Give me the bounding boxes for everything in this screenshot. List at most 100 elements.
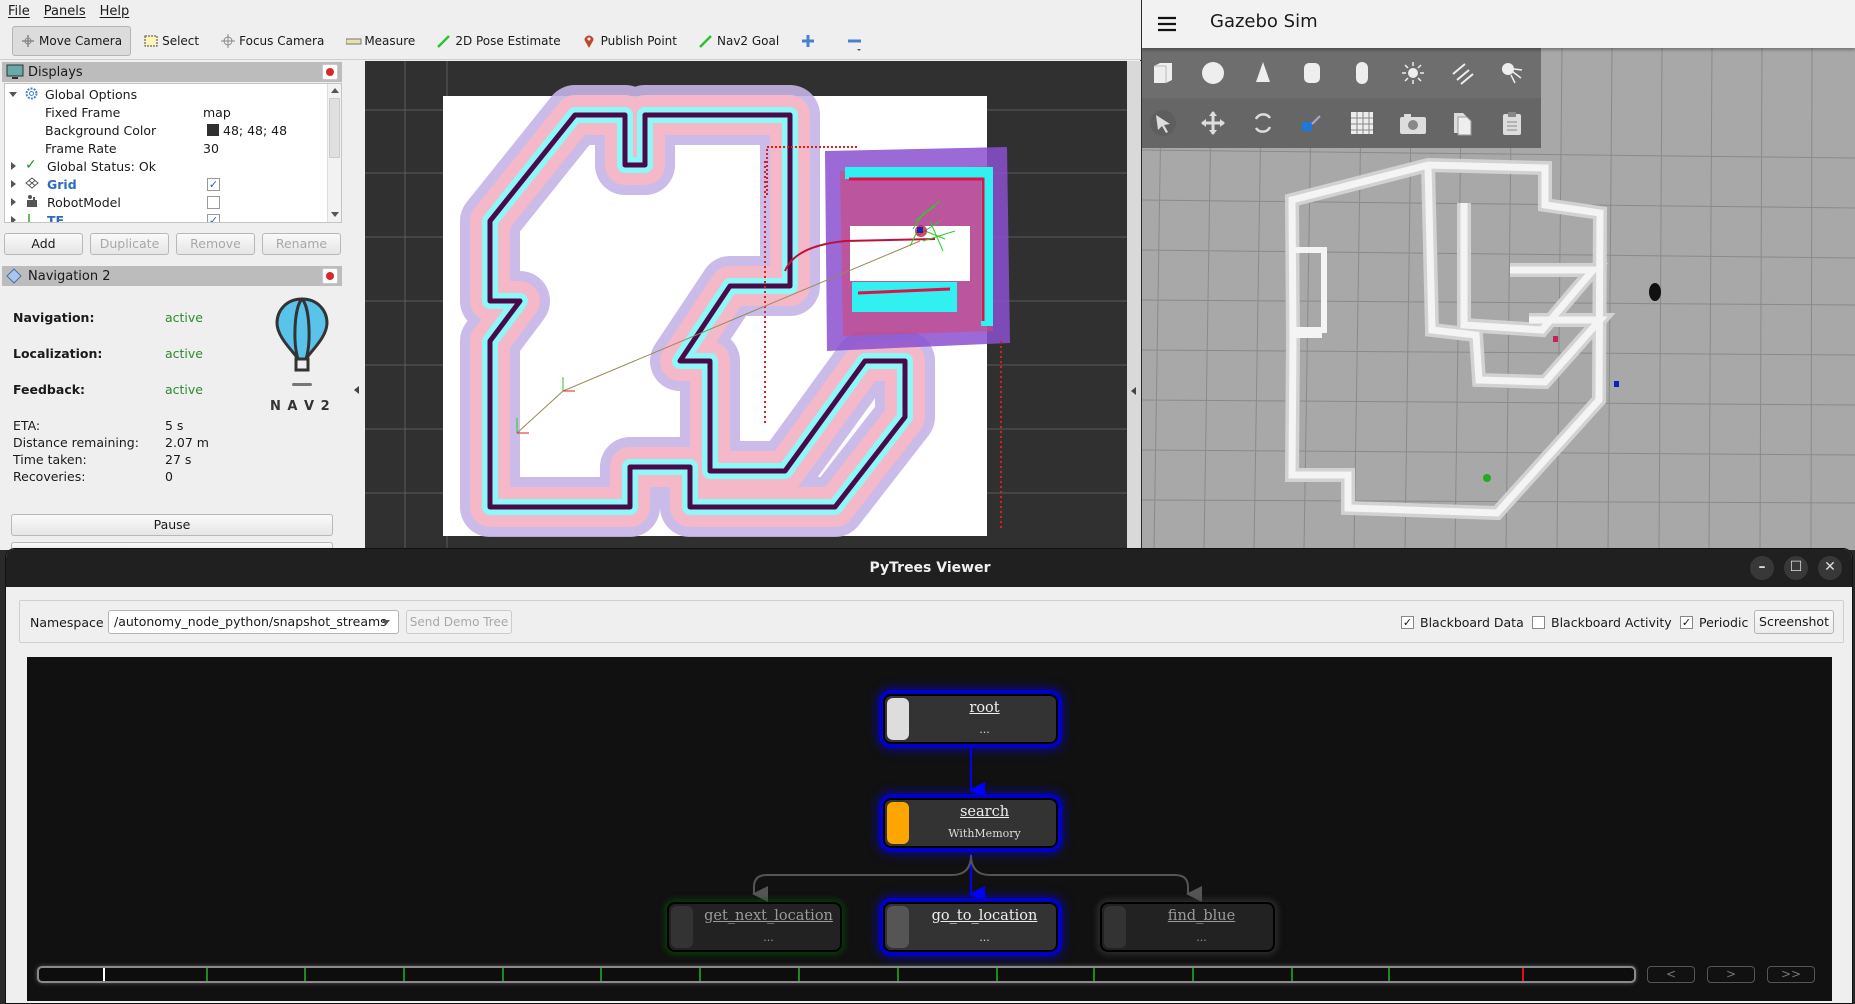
nav2-goal-tool[interactable]: Nav2 Goal — [690, 26, 788, 56]
tree-node-get-next-location[interactable]: get_next_location ... — [667, 902, 842, 952]
tree-item-global-status[interactable]: ✓ Global Status: Ok — [5, 157, 325, 175]
point-light-icon[interactable] — [1400, 60, 1426, 86]
timeline-current-marker[interactable] — [103, 968, 105, 981]
tree-item-frame-rate[interactable]: Frame Rate 30 — [5, 139, 325, 157]
add-display-button[interactable]: Add — [4, 233, 83, 255]
capsule-icon[interactable] — [1349, 60, 1375, 86]
add-tool-button[interactable] — [792, 26, 824, 56]
pose-estimate-tool[interactable]: 2D Pose Estimate — [428, 26, 569, 56]
timeline-snapshot-tick[interactable] — [1388, 968, 1390, 981]
collapse-views-icon[interactable] — [1131, 387, 1136, 395]
robotmodel-checkbox[interactable] — [207, 196, 220, 209]
publish-point-tool[interactable]: Publish Point — [574, 26, 686, 56]
expand-icon[interactable] — [11, 180, 16, 188]
tf-checkbox[interactable]: ✓ — [207, 214, 220, 222]
grid-checkbox[interactable]: ✓ — [207, 178, 220, 191]
grid-snap-icon[interactable] — [1349, 110, 1375, 136]
tree-node-go-to-location[interactable]: go_to_location ... — [883, 902, 1058, 952]
collapse-dock-icon[interactable] — [354, 386, 359, 394]
spot-light-icon[interactable] — [1499, 60, 1525, 86]
transform-control-icon[interactable] — [1299, 110, 1325, 136]
periodic-checkbox[interactable]: ✓ — [1680, 616, 1693, 629]
robot-model — [1649, 283, 1661, 301]
expand-icon[interactable] — [11, 198, 16, 206]
box-icon[interactable] — [1150, 60, 1176, 86]
blackboard-data-checkbox[interactable]: ✓ — [1401, 616, 1414, 629]
scroll-up-icon[interactable] — [331, 88, 339, 93]
remove-tool-button[interactable] — [838, 26, 870, 56]
expand-icon[interactable] — [11, 216, 16, 222]
tree-item-grid[interactable]: Grid ✓ — [5, 175, 325, 193]
select-arrow-icon[interactable] — [1150, 110, 1176, 136]
scroll-thumb[interactable] — [329, 98, 340, 158]
close-icon[interactable]: ✕ — [1818, 556, 1842, 580]
tree-item-robotmodel[interactable]: RobotModel — [5, 193, 325, 211]
timeline-latest-button[interactable]: >> — [1767, 966, 1815, 983]
hamburger-menu-icon[interactable] — [1158, 16, 1178, 35]
namespace-select[interactable]: /autonomy_node_python/snapshot_streams — [108, 610, 399, 634]
displays-tree[interactable]: Global Options Fixed Frame map Backgroun… — [4, 83, 342, 223]
pause-button[interactable]: Pause — [11, 514, 333, 536]
timeline-snapshot-tick[interactable] — [206, 968, 208, 981]
checkmark-icon: ✓ — [25, 157, 37, 173]
menu-panels[interactable]: Panels — [44, 4, 86, 19]
tree-item-tf[interactable]: TF ✓ — [5, 211, 325, 222]
blackboard-activity-checkbox[interactable] — [1532, 616, 1545, 629]
minimize-icon[interactable]: – — [1750, 556, 1774, 580]
copy-icon[interactable] — [1449, 110, 1475, 136]
focus-camera-tool[interactable]: Focus Camera — [212, 26, 333, 56]
send-demo-tree-button[interactable]: Send Demo Tree — [406, 610, 512, 634]
close-nav2-icon[interactable] — [322, 268, 338, 284]
tree-node-search[interactable]: search WithMemory — [883, 798, 1058, 848]
feedback-status: active — [165, 382, 203, 397]
timeline-snapshot-tick[interactable] — [600, 968, 602, 981]
remove-display-button[interactable]: Remove — [176, 233, 255, 255]
camera-icon[interactable] — [1399, 110, 1426, 136]
snapshot-timeline[interactable] — [37, 966, 1636, 983]
timeline-snapshot-tick[interactable] — [1192, 968, 1194, 981]
rviz-3d-viewport[interactable] — [365, 61, 1127, 550]
rename-display-button[interactable]: Rename — [262, 233, 341, 255]
select-tool[interactable]: Select — [135, 26, 208, 56]
directional-light-icon[interactable] — [1449, 60, 1475, 86]
timeline-next-button[interactable]: > — [1707, 966, 1755, 983]
timeline-snapshot-tick[interactable] — [996, 968, 998, 981]
color-swatch[interactable] — [207, 124, 219, 136]
rotate-icon[interactable] — [1250, 110, 1276, 136]
timeline-prev-button[interactable]: < — [1647, 966, 1695, 983]
sphere-icon[interactable] — [1200, 60, 1226, 86]
tree-node-root[interactable]: root ... — [883, 694, 1058, 744]
maximize-icon[interactable]: ☐ — [1784, 556, 1808, 580]
timeline-snapshot-tick[interactable] — [304, 968, 306, 981]
behaviour-tree-canvas[interactable]: root ... search WithMemory get_next_loca… — [27, 657, 1832, 1001]
menu-file[interactable]: File — [8, 4, 30, 19]
menu-help[interactable]: Help — [100, 4, 130, 19]
timeline-snapshot-tick[interactable] — [1522, 968, 1524, 981]
expand-icon[interactable] — [11, 162, 16, 170]
tree-item-fixed-frame[interactable]: Fixed Frame map — [5, 103, 325, 121]
timeline-snapshot-tick[interactable] — [1291, 968, 1293, 981]
duplicate-display-button[interactable]: Duplicate — [90, 233, 169, 255]
tree-item-global-options[interactable]: Global Options — [5, 85, 325, 103]
tree-item-background-color[interactable]: Background Color 48; 48; 48 — [5, 121, 325, 139]
close-displays-icon[interactable] — [322, 64, 338, 80]
cone-icon[interactable] — [1250, 60, 1276, 86]
measure-tool[interactable]: Measure — [337, 26, 424, 56]
move-camera-tool[interactable]: Move Camera — [12, 25, 132, 56]
translate-icon[interactable] — [1200, 110, 1226, 136]
expand-icon[interactable] — [9, 92, 17, 97]
scroll-down-icon[interactable] — [331, 212, 339, 217]
gazebo-title: Gazebo Sim — [1210, 11, 1318, 32]
timeline-snapshot-tick[interactable] — [798, 968, 800, 981]
viewport-side-collapse[interactable] — [1127, 61, 1141, 550]
displays-scrollbar[interactable] — [327, 84, 341, 222]
timeline-snapshot-tick[interactable] — [1093, 968, 1095, 981]
timeline-snapshot-tick[interactable] — [502, 968, 504, 981]
paste-icon[interactable] — [1499, 110, 1525, 136]
screenshot-button[interactable]: Screenshot — [1754, 610, 1834, 634]
cylinder-icon[interactable] — [1299, 60, 1325, 86]
tree-node-find-blue[interactable]: find_blue ... — [1100, 902, 1275, 952]
timeline-snapshot-tick[interactable] — [897, 968, 899, 981]
timeline-snapshot-tick[interactable] — [403, 968, 405, 981]
timeline-snapshot-tick[interactable] — [699, 968, 701, 981]
